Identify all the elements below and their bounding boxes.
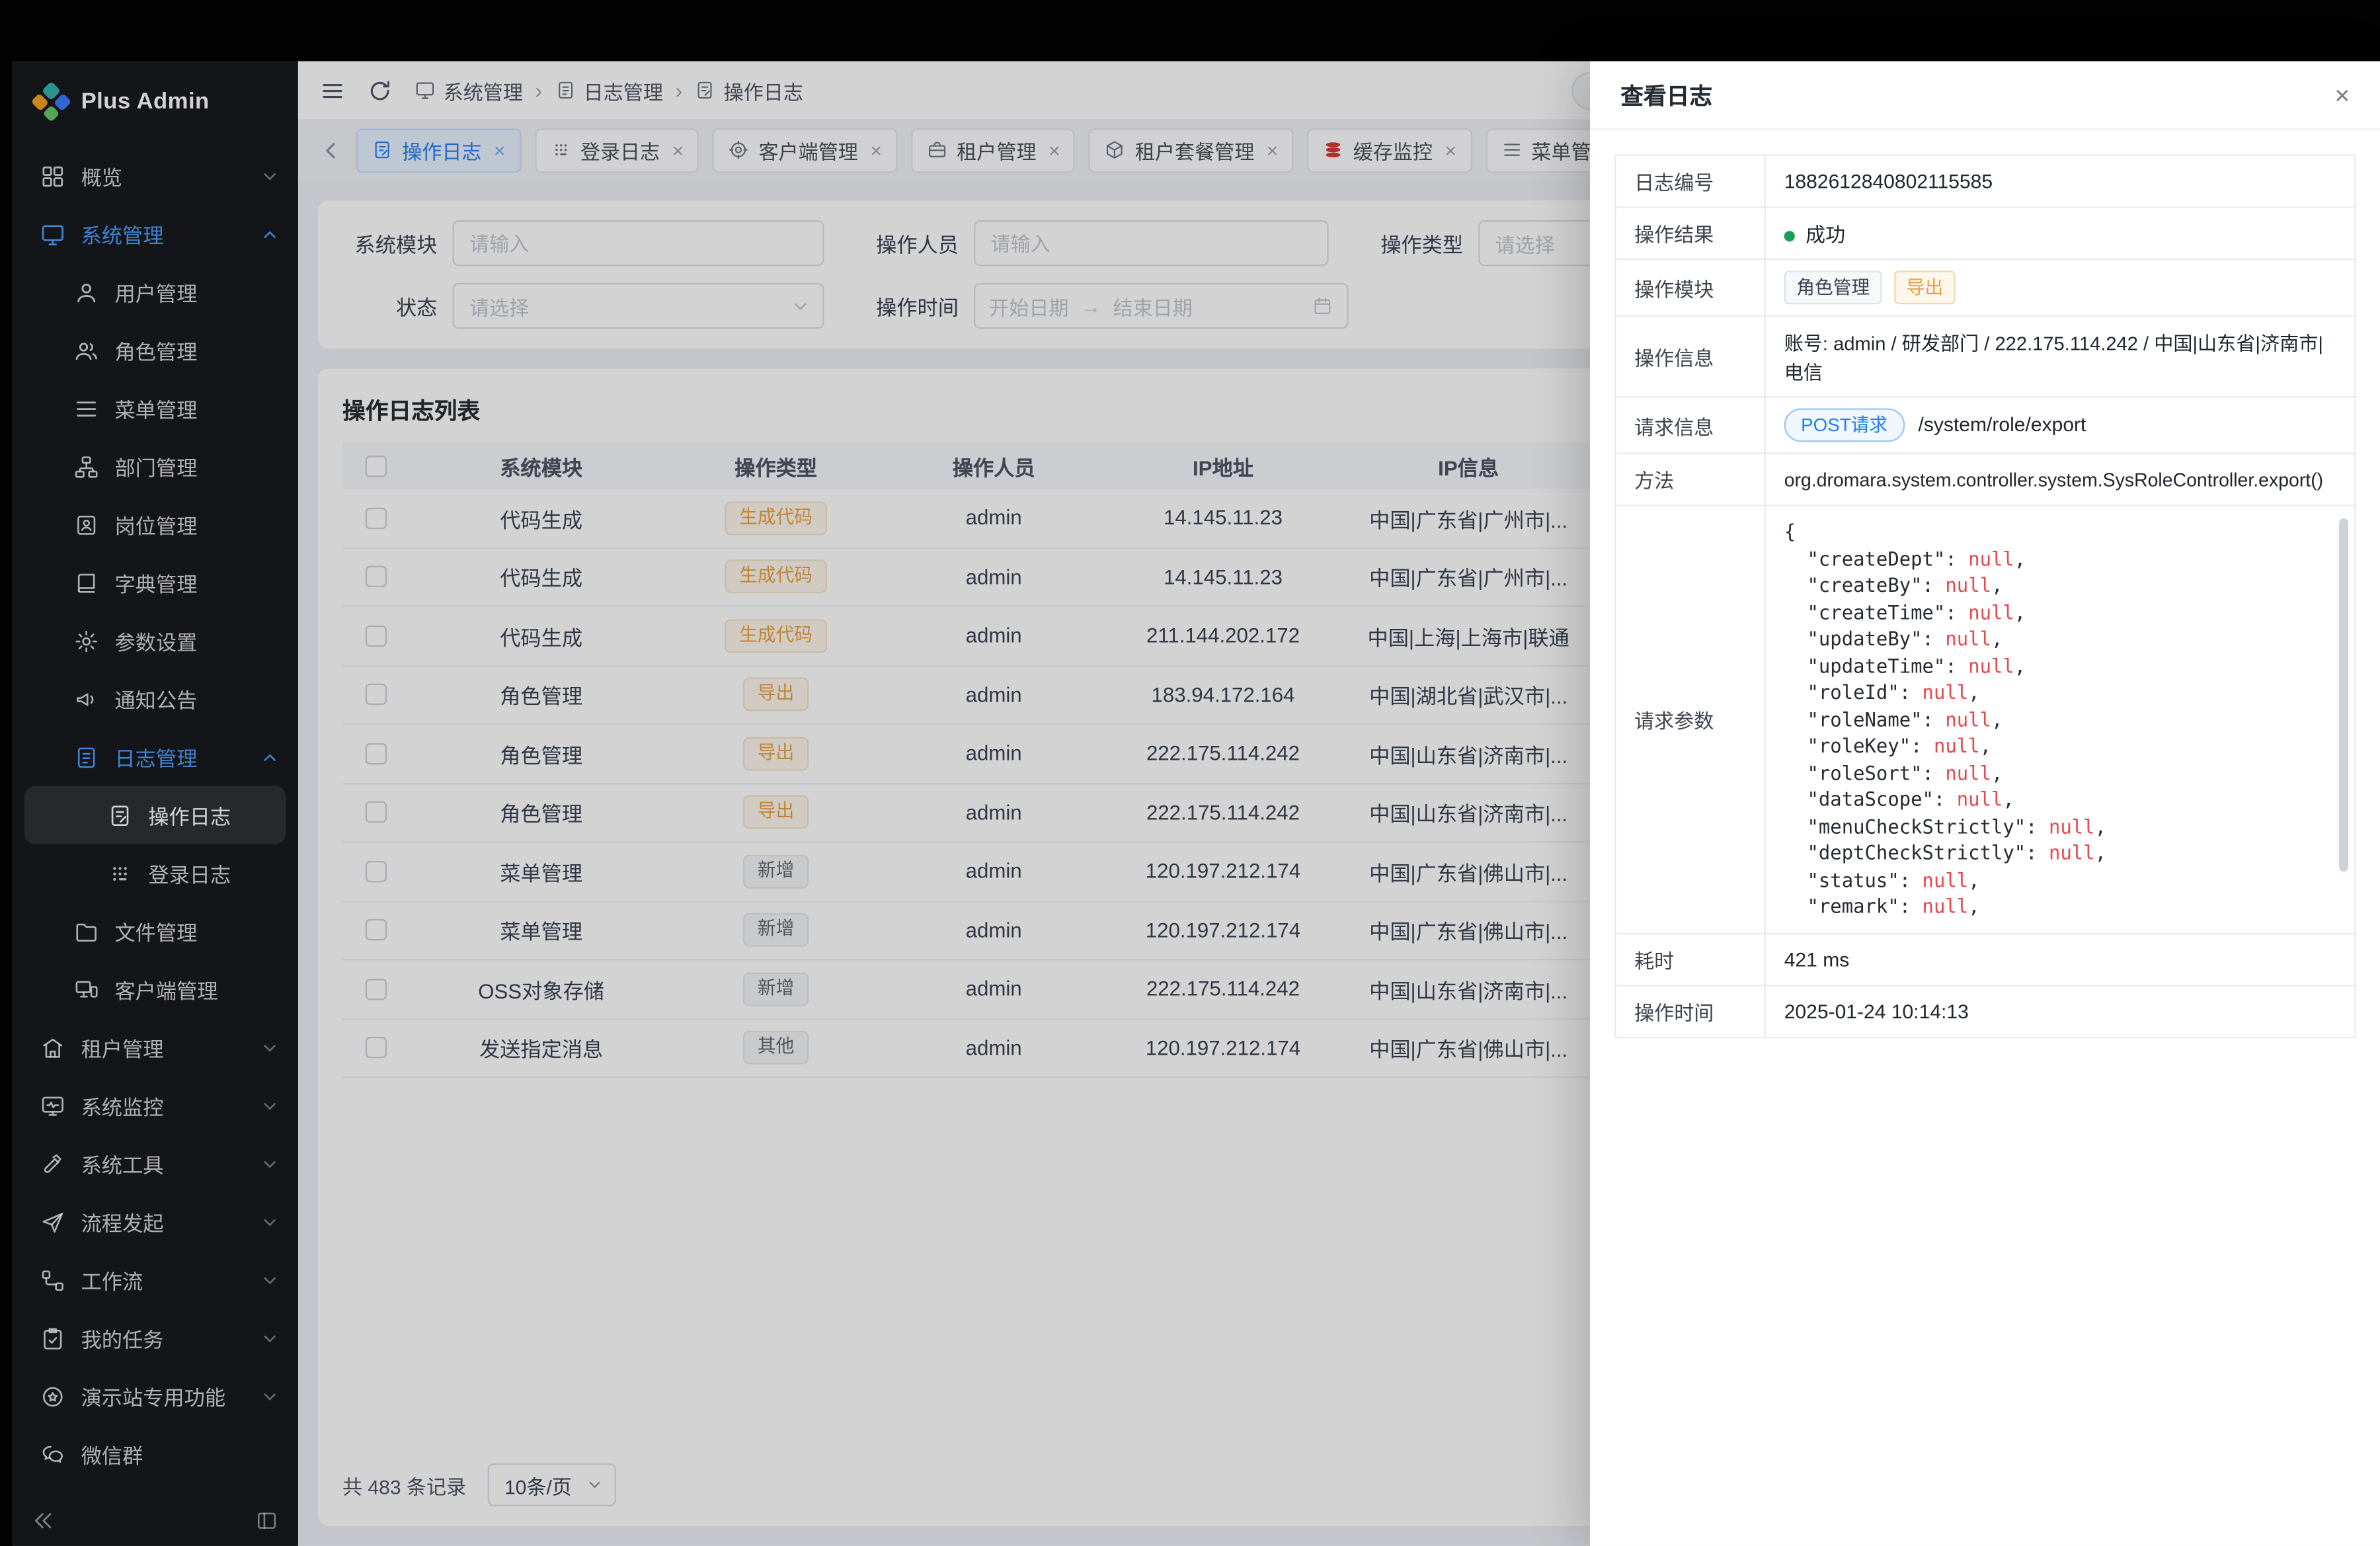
field-label-request: 请求信息 [1615,397,1765,454]
operation-info-value: 账号: admin / 研发部门 / 222.175.114.242 / 中国|… [1765,316,2356,397]
duration-value: 421 ms [1765,933,2356,985]
log-detail-table: 日志编号 1882612840802115585 操作结果 成功 操作模块 角色… [1614,155,2356,1037]
request-url: /system/role/export [1918,413,2086,436]
request-info-value: POST请求/system/role/export [1765,397,2356,454]
field-label-op-time: 操作时间 [1615,985,1765,1037]
scrollbar-thumb[interactable] [2339,518,2348,872]
result-value: 成功 [1765,207,2356,259]
request-params-cell: { "createDept": null, "createBy": null, … [1765,505,2356,932]
request-params-code: { "createDept": null, "createBy": null, … [1784,518,2330,920]
field-label-result: 操作结果 [1615,207,1765,259]
drawer-header: 查看日志 × [1590,61,2380,130]
close-icon[interactable]: × [2334,82,2350,108]
post-method-tag: POST请求 [1784,408,1905,442]
field-label-params: 请求参数 [1615,505,1765,932]
op-time-value: 2025-01-24 10:14:13 [1765,985,2356,1037]
field-label-method: 方法 [1615,454,1765,506]
op-type-tag: 导出 [1894,270,1956,304]
code-scrollbar[interactable] [2339,518,2348,920]
field-label-info: 操作信息 [1615,316,1765,397]
drawer-body: 日志编号 1882612840802115585 操作结果 成功 操作模块 角色… [1590,130,2380,1546]
log-id-value: 1882612840802115585 [1765,155,2356,208]
view-log-drawer: 查看日志 × 日志编号 1882612840802115585 操作结果 成功 [1590,61,2380,1546]
drawer-title: 查看日志 [1620,79,1712,111]
module-tag: 角色管理 [1784,270,1882,304]
result-text: 成功 [1805,224,1845,247]
field-label-module: 操作模块 [1615,259,1765,316]
screen: Plus Admin 概览 系统管理 用户管理 [0,0,2380,1546]
field-label-duration: 耗时 [1615,933,1765,985]
field-label-log-id: 日志编号 [1615,155,1765,208]
success-dot-icon [1784,231,1795,241]
module-value: 角色管理导出 [1765,259,2356,316]
method-value: org.dromara.system.controller.system.Sys… [1765,454,2356,506]
